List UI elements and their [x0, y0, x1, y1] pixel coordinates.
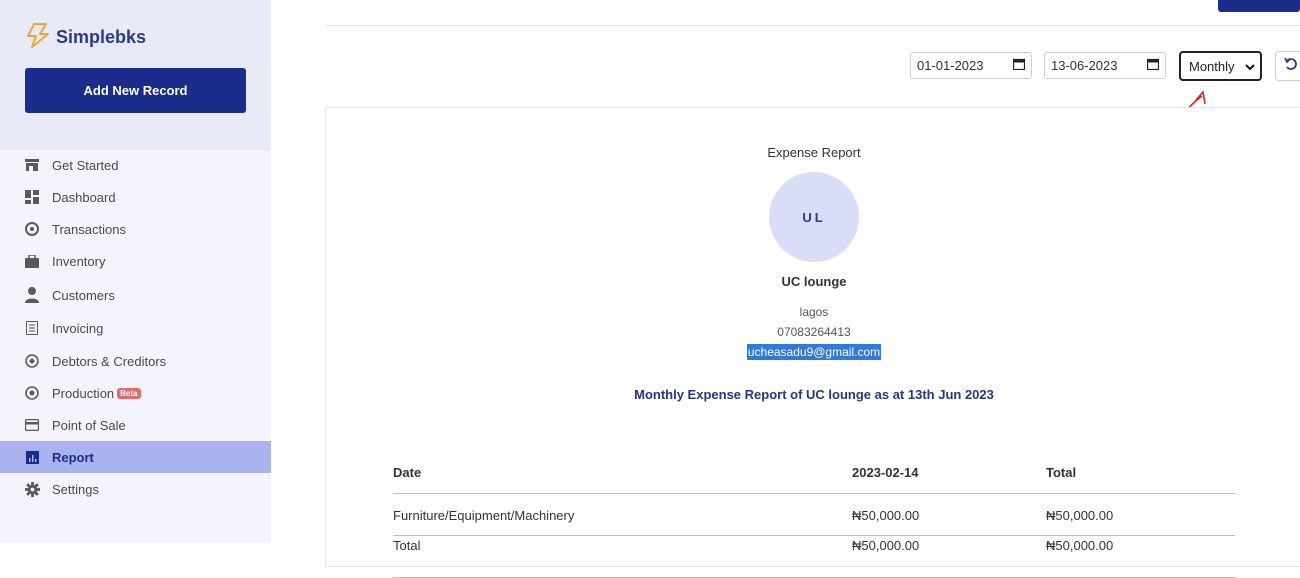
sidebar-item-customers[interactable]: Customers — [0, 279, 271, 311]
sidebar-item-transactions[interactable]: Transactions — [0, 213, 271, 245]
company-avatar: UL — [769, 172, 859, 262]
period-select-value: Monthly — [1189, 58, 1235, 74]
end-date-input[interactable]: 13-06-2023 — [1044, 52, 1166, 79]
header-divider — [326, 25, 1300, 26]
sidebar-item-get-started[interactable]: Get Started — [0, 149, 271, 181]
production-icon — [24, 385, 40, 401]
table-header: Date 2023-02-14 Total — [393, 464, 1235, 494]
sidebar-item-label: Debtors & Creditors — [52, 353, 167, 369]
end-date-value: 13-06-2023 — [1051, 58, 1118, 73]
app-logo[interactable]: Simplebks — [26, 22, 146, 53]
briefcase-icon — [24, 253, 40, 269]
start-date-input[interactable]: 01-01-2023 — [910, 52, 1032, 79]
report-title: Expense Report — [767, 145, 861, 160]
sidebar-item-production[interactable]: Production Beta — [0, 377, 271, 409]
person-icon — [24, 287, 40, 303]
table-cell: Furniture/Equipment/Machinery — [393, 508, 575, 523]
header-action-button[interactable] — [1218, 0, 1300, 12]
company-city: lagos — [799, 305, 829, 319]
company-name: UC lounge — [781, 274, 847, 289]
company-phone: 07083264413 — [777, 325, 851, 339]
gear-icon — [24, 481, 40, 497]
sidebar-item-dashboard[interactable]: Dashboard — [0, 181, 271, 213]
sidebar-item-label: Get Started — [52, 157, 119, 173]
sidebar-item-label: Report — [52, 449, 94, 465]
debtors-icon — [24, 353, 40, 369]
dashboard-icon — [24, 189, 40, 205]
undo-icon — [1284, 57, 1298, 76]
column-header: Date — [393, 465, 422, 480]
logo-icon — [26, 22, 50, 53]
transactions-icon — [24, 221, 40, 237]
column-header: Total — [1046, 465, 1077, 480]
table-cell: ₦50,000.00 — [1046, 538, 1114, 553]
sidebar-item-settings[interactable]: Settings — [0, 473, 271, 505]
sidebar-item-label: Invoicing — [52, 320, 104, 336]
table-cell: Total — [393, 538, 421, 553]
start-date-value: 01-01-2023 — [917, 58, 984, 73]
reset-button[interactable] — [1275, 51, 1300, 81]
report-icon — [24, 449, 40, 465]
sidebar-item-label: Inventory — [52, 253, 106, 269]
sidebar-item-point-of-sale[interactable]: Point of Sale — [0, 409, 271, 441]
company-email-text[interactable]: ucheasadu9@gmail.com — [746, 344, 882, 360]
calendar-icon[interactable] — [1146, 58, 1160, 73]
table-cell: ₦50,000.00 — [852, 538, 920, 553]
add-new-record-button[interactable]: Add New Record — [25, 68, 246, 113]
table-cell: ₦50,000.00 — [852, 508, 920, 523]
beta-badge: Beta — [117, 387, 141, 399]
sidebar-item-label: Customers — [52, 287, 115, 303]
sidebar-item-label: Transactions — [52, 221, 126, 237]
sidebar-item-label: Settings — [52, 481, 99, 497]
table-cell: ₦50,000.00 — [1046, 508, 1114, 523]
table-row: Total ₦50,000.00 ₦50,000.00 — [393, 536, 1235, 578]
sidebar-item-report[interactable]: Report — [0, 441, 271, 473]
sidebar-item-debtors-creditors[interactable]: Debtors & Creditors — [0, 345, 271, 377]
sidebar-item-label: Point of Sale — [52, 417, 126, 433]
receipt-icon — [24, 320, 40, 336]
column-header: 2023-02-14 — [852, 465, 919, 480]
store-icon — [24, 157, 40, 173]
table-row: Furniture/Equipment/Machinery ₦50,000.00… — [393, 494, 1235, 536]
report-headline: Monthly Expense Report of UC lounge as a… — [634, 387, 994, 402]
sidebar-item-invoicing[interactable]: Invoicing — [0, 312, 271, 344]
card-icon — [24, 417, 40, 433]
company-email: ucheasadu9@gmail.com — [325, 344, 1300, 360]
period-select[interactable]: Monthly — [1179, 51, 1262, 81]
sidebar: Simplebks Add New Record Get Started Das… — [0, 0, 271, 543]
sidebar-item-inventory[interactable]: Inventory — [0, 245, 271, 277]
calendar-icon[interactable] — [1012, 58, 1026, 73]
chevron-down-icon — [1245, 59, 1255, 74]
app-name: Simplebks — [56, 27, 147, 47]
sidebar-item-label: Dashboard — [52, 189, 116, 205]
sidebar-item-label: Production — [52, 385, 115, 401]
